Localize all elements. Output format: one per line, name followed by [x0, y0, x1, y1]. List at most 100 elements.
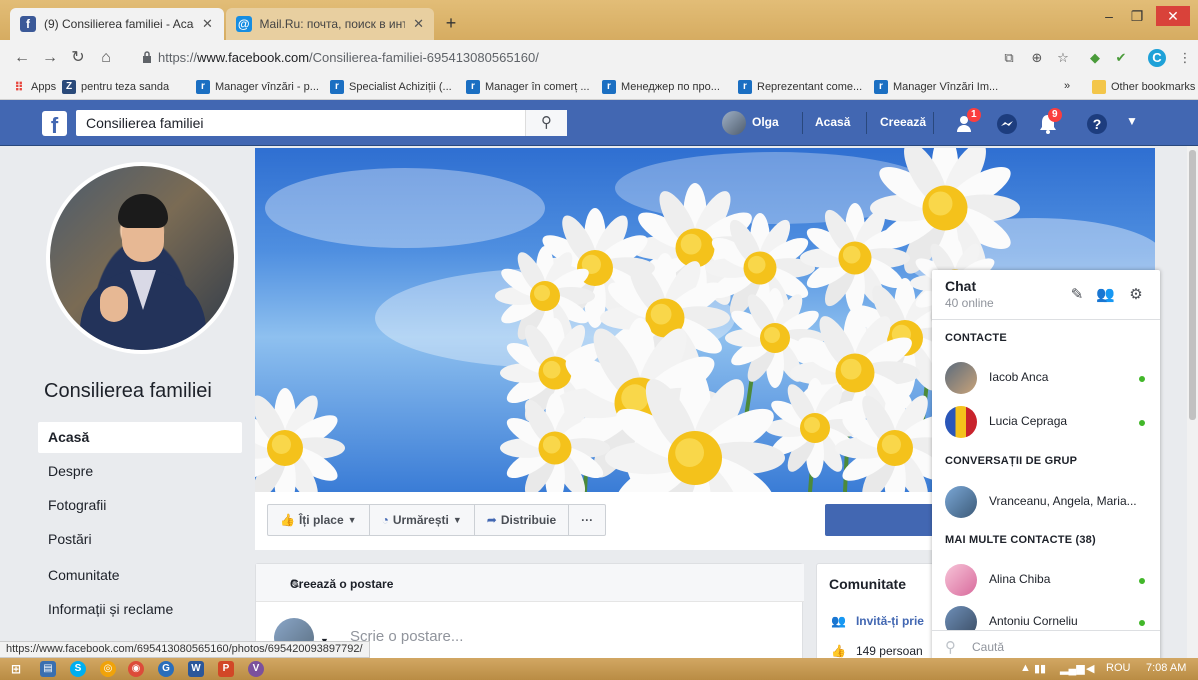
profile-avatar-icon[interactable]: C	[1148, 49, 1166, 67]
check-extension-icon[interactable]: ✔	[1112, 49, 1130, 67]
scrollbar-thumb[interactable]	[1189, 150, 1196, 420]
word-icon[interactable]: W	[188, 661, 204, 677]
tab-facebook[interactable]: f (9) Consilierea familiei - Acasă ✕	[10, 8, 224, 40]
page-nav-home[interactable]: Acasă	[38, 422, 242, 453]
bookmark-item[interactable]: r Менеджер по про...	[602, 80, 720, 94]
bookmark-apps[interactable]: ⠿ Apps	[12, 80, 56, 94]
browser-icon[interactable]: G	[158, 661, 174, 677]
tray-chevron-up-icon[interactable]: ▲	[1020, 662, 1031, 674]
chat-header: Chat 40 online ✎ 👥 ⚙	[932, 270, 1160, 320]
page-nav-about[interactable]: Despre	[38, 456, 242, 487]
page-nav-photos[interactable]: Fotografii	[38, 490, 242, 521]
rabota-icon: r	[874, 80, 888, 94]
page-scrollbar[interactable]	[1187, 146, 1198, 658]
account-menu-chevron-down-icon[interactable]: ▼	[1126, 114, 1150, 138]
likes-label: 149 persoan	[855, 644, 923, 658]
extension-icon[interactable]: ◆	[1086, 49, 1104, 67]
bookmark-item[interactable]: r Manager vînzări - p...	[196, 80, 319, 94]
home-link[interactable]: Acasă	[815, 115, 850, 129]
bookmark-item[interactable]: r Manager în comerț ...	[466, 80, 590, 94]
start-windows-icon[interactable]: ⊞	[8, 661, 24, 677]
search-icon: ⚲	[945, 639, 956, 656]
follow-button[interactable]: ◔ Urmărești ▼	[370, 505, 475, 535]
network-icon[interactable]: ▮▮	[1034, 662, 1046, 675]
zoom-icon[interactable]: ⊕	[1028, 49, 1046, 67]
notifications-bell-icon[interactable]: 9	[1036, 108, 1062, 136]
contacts-section-title: CONTACTE	[945, 332, 1007, 344]
facebook-logo-icon[interactable]: f	[42, 111, 67, 138]
url-text: https://www.facebook.com/Consilierea-fam…	[158, 50, 539, 65]
bookmark-label: Manager Vînzări Im...	[893, 81, 999, 93]
forward-button[interactable]: →	[40, 48, 60, 68]
user-avatar[interactable]	[722, 111, 746, 135]
invite-label: Invită-ți prie	[855, 614, 924, 628]
language-indicator[interactable]: ROU	[1106, 662, 1130, 674]
page-profile-picture[interactable]	[46, 162, 238, 354]
close-window-button[interactable]: ✕	[1156, 6, 1190, 26]
share-button[interactable]: ➦ Distribuie	[475, 505, 570, 535]
powerpoint-icon[interactable]: P	[218, 661, 234, 677]
search-input[interactable]	[76, 110, 524, 136]
bookmark-label: Менеджер по про...	[621, 81, 720, 93]
group-name: Vranceanu, Angela, Maria...	[989, 494, 1137, 508]
back-button[interactable]: ←	[12, 48, 32, 68]
divider	[866, 112, 867, 134]
friend-requests-icon[interactable]: 1	[955, 108, 981, 136]
signal-icon: ▂▄▆	[1060, 663, 1085, 675]
file-explorer-icon[interactable]: ▤	[40, 661, 56, 677]
volume-icon[interactable]: ◀	[1086, 662, 1094, 675]
menu-kebab-icon[interactable]: ⋮	[1176, 49, 1194, 67]
app-icon[interactable]: ◎	[100, 661, 116, 677]
like-button[interactable]: 👍 Îți place ▼	[268, 505, 370, 535]
bookmark-item[interactable]: r Reprezentant come...	[738, 80, 862, 94]
page-nav-community[interactable]: Comunitate	[38, 560, 242, 591]
reload-button[interactable]: ↻	[68, 48, 88, 68]
new-message-icon[interactable]: ✎	[1068, 286, 1086, 304]
translate-icon[interactable]: ⧉	[1000, 49, 1018, 67]
new-tab-button[interactable]: +	[440, 12, 462, 34]
chat-contact[interactable]: Iacob Anca	[932, 356, 1160, 400]
search-icon[interactable]: ⚲	[525, 110, 567, 136]
home-button[interactable]: ⌂	[96, 48, 116, 68]
group-conversation[interactable]: Vranceanu, Angela, Maria...	[932, 480, 1160, 524]
online-count: 40 online	[945, 296, 994, 310]
mailru-favicon-icon: @	[236, 16, 252, 32]
gear-icon[interactable]: ⚙	[1127, 286, 1145, 304]
other-bookmarks-folder[interactable]: Other bookmarks	[1092, 80, 1195, 94]
bookmark-item[interactable]: r Specialist Achiziții (...	[330, 80, 452, 94]
chat-contact[interactable]: Alina Chiba	[932, 558, 1160, 602]
composer-header[interactable]: ✎ Creează o postare	[256, 564, 804, 602]
messenger-icon[interactable]	[995, 112, 1019, 136]
help-icon[interactable]: ?	[1085, 112, 1109, 136]
divider	[933, 112, 934, 134]
bookmarks-overflow-button[interactable]: »	[1064, 80, 1070, 92]
chevron-down-icon: ▼	[452, 515, 462, 525]
close-tab-icon[interactable]: ✕	[202, 16, 213, 32]
create-link[interactable]: Creează	[880, 115, 926, 129]
more-contacts-section-title: MAI MULTE CONTACTE (38)	[945, 534, 1096, 546]
page-nav-info-ads[interactable]: Informații și reclame	[38, 594, 242, 625]
more-options-button[interactable]: ···	[569, 505, 605, 535]
close-tab-icon[interactable]: ✕	[413, 16, 424, 32]
bookmark-item[interactable]: Z pentru teza sanda	[62, 80, 169, 94]
maximize-button[interactable]: ❐	[1124, 6, 1150, 26]
facebook-search[interactable]: ⚲	[76, 110, 567, 136]
bookmark-star-icon[interactable]: ☆	[1054, 49, 1072, 67]
url-path: /Consilierea-familiei-695413080565160/	[309, 50, 539, 65]
chat-search-input[interactable]: Caută	[972, 640, 1004, 654]
tab-mailru[interactable]: @ Mail.Ru: почта, поиск в интерне ✕	[226, 8, 434, 40]
minimize-button[interactable]: –	[1096, 6, 1122, 26]
profile-link[interactable]: Olga	[752, 115, 779, 129]
avatar	[945, 406, 977, 438]
page-nav-posts[interactable]: Postări	[38, 524, 242, 555]
invite-friends-link[interactable]: 👥 Invită-ți prie	[831, 614, 924, 628]
bookmark-item[interactable]: r Manager Vînzări Im...	[874, 80, 998, 94]
chat-contact[interactable]: Lucia Cepraga	[932, 400, 1160, 444]
viber-icon[interactable]: V	[248, 661, 264, 677]
create-group-icon[interactable]: 👥	[1096, 286, 1115, 304]
chrome-icon[interactable]: ◉	[128, 661, 144, 677]
rabota-icon: r	[602, 80, 616, 94]
address-bar[interactable]: https://www.facebook.com/Consilierea-fam…	[132, 45, 988, 71]
clock[interactable]: 7:08 AM	[1146, 662, 1186, 674]
skype-icon[interactable]: S	[70, 661, 86, 677]
